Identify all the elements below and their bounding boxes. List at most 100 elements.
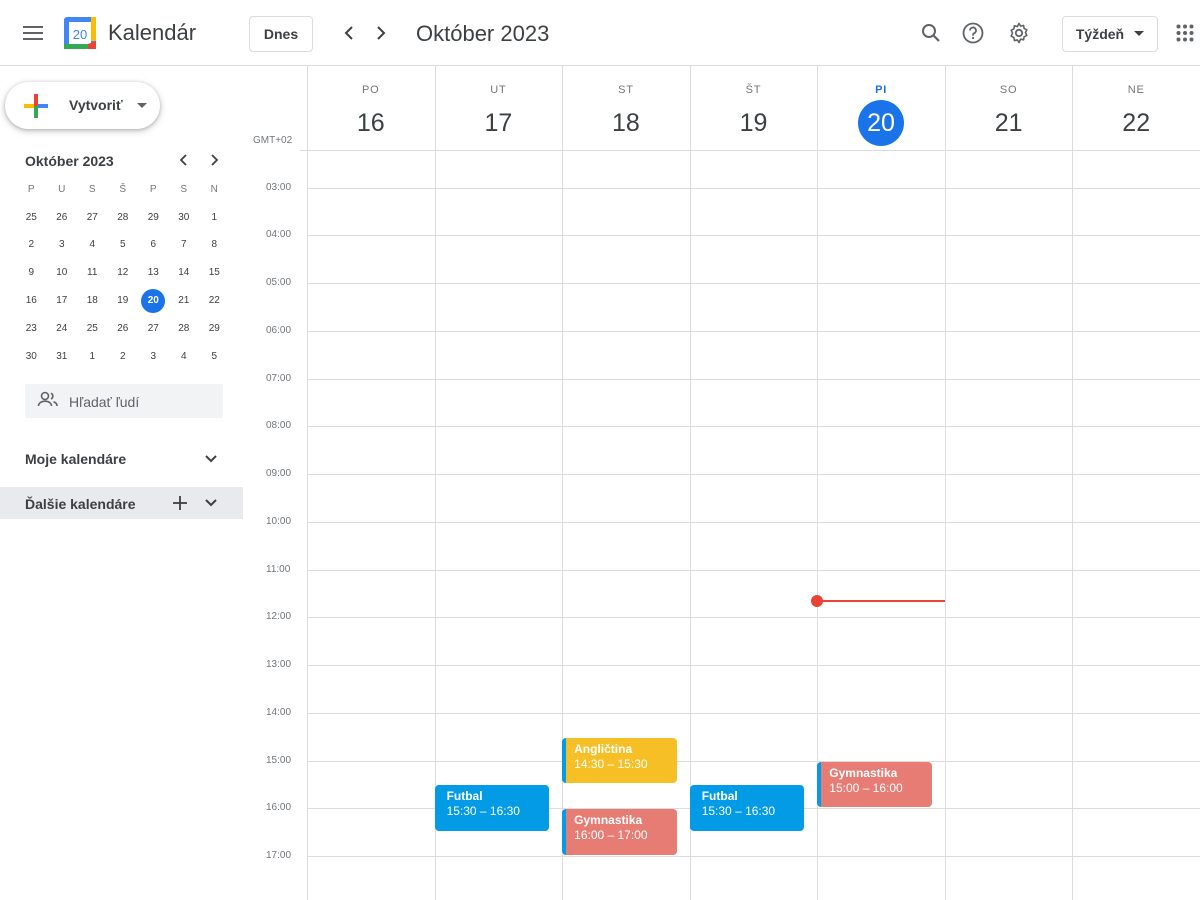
hour-gridline [307,330,1200,332]
people-search-input[interactable]: Hľadať ľudí [25,384,223,418]
mini-calendar-day[interactable]: 26 [108,317,139,341]
hour-gridline [307,283,1200,284]
mini-calendar-day[interactable]: 30 [16,345,47,369]
day-header-pi[interactable]: PI 20 [817,66,945,152]
mini-calendar-day[interactable]: 11 [77,261,108,285]
calendar-event[interactable]: Angličtina 14:30 – 15:30 [562,737,677,784]
day-of-week-label: PI [875,84,888,96]
mini-calendar-week: 2 3 4 5 6 7 8 [16,232,230,260]
mini-calendar-day[interactable]: 12 [108,261,139,285]
mini-calendar-day[interactable]: 27 [138,317,169,341]
day-number[interactable]: 19 [730,100,776,146]
mini-calendar-day[interactable]: 4 [169,345,200,369]
mini-calendar-day[interactable]: 14 [169,261,200,285]
day-column-divider [434,65,436,900]
day-header-ut[interactable]: UT 17 [435,66,563,152]
mini-calendar-day-number: 30 [178,211,190,223]
day-number[interactable]: 22 [1113,100,1159,146]
mini-calendar-day[interactable]: 21 [169,289,200,313]
main-menu-button[interactable] [14,14,52,52]
mini-calendar-day[interactable]: 30 [169,206,200,230]
hour-gridline [307,760,1200,762]
mini-calendar-next-button[interactable] [204,150,224,170]
mini-calendar-day[interactable]: 29 [199,317,230,341]
hour-gridline [307,474,1200,475]
day-number[interactable]: 17 [475,100,521,146]
chevron-left-icon [344,26,353,40]
mini-calendar-day[interactable]: 8 [199,233,230,257]
mini-calendar-day[interactable]: 27 [77,206,108,230]
mini-calendar-day[interactable]: 23 [16,317,47,341]
day-header-ne[interactable]: NE 22 [1072,66,1200,152]
chevron-down-icon[interactable] [203,495,219,511]
mini-calendar-grid: P U S Š P S N 25 26 27 28 29 30 1 2 3 4 5 6 7 8 9 10 11 12 13 14 15… [16,176,230,371]
timezone-label: GMT+02 [253,135,293,146]
my-calendars-section[interactable]: Moje kalendáre [0,442,243,475]
day-number[interactable]: 21 [986,100,1032,146]
mini-calendar-day[interactable]: 17 [47,289,78,313]
add-calendar-icon[interactable] [171,494,189,512]
mini-calendar-day[interactable]: 13 [138,261,169,285]
chevron-right-icon [211,154,218,166]
mini-calendar-day-number: 28 [178,322,190,334]
week-time-grid[interactable]: 03:00 04:00 05:00 06:00 07:00 08:00 09:00 10:00… [250,65,1200,900]
mini-calendar-day[interactable]: 5 [199,345,230,369]
mini-calendar-day[interactable]: 1 [199,206,230,230]
calendar-event[interactable]: Futbal 15:30 – 16:30 [689,785,805,832]
mini-calendar-weekday: N [210,183,218,195]
next-period-button[interactable] [366,18,396,48]
mini-calendar-day[interactable]: 22 [199,289,230,313]
previous-period-button[interactable] [334,18,364,48]
mini-calendar-day[interactable]: 15 [199,261,230,285]
mini-calendar-day[interactable]: 3 [138,345,169,369]
view-selector-button[interactable]: Týždeň [1062,16,1158,52]
mini-calendar-day[interactable]: 3 [47,233,78,257]
day-number[interactable]: 20 [858,100,905,146]
apps-button[interactable] [1170,18,1200,48]
hour-label: 11:00 [266,563,291,575]
day-number[interactable]: 18 [603,100,649,146]
mini-calendar-day[interactable]: 16 [16,289,47,313]
calendar-event[interactable]: Gymnastika 16:00 – 17:00 [562,809,677,855]
current-period-title: Október 2023 [416,21,550,46]
mini-calendar-day[interactable]: 31 [47,345,78,369]
mini-calendar-day[interactable]: 9 [16,261,47,285]
calendar-event[interactable]: Futbal 15:30 – 16:30 [434,785,550,832]
mini-calendar-day[interactable]: 29 [138,206,169,230]
other-calendars-section[interactable]: Ďalšie kalendáre [0,487,243,519]
mini-calendar-today[interactable]: 20 [138,289,169,314]
mini-calendar-day[interactable]: 2 [16,233,47,257]
mini-calendar-day[interactable]: 28 [108,206,139,230]
mini-calendar-day-number: 7 [180,239,187,251]
settings-button[interactable] [1004,18,1034,48]
mini-calendar-day[interactable]: 4 [77,233,108,257]
create-event-button[interactable]: Vytvoriť [5,82,160,129]
day-header-po[interactable]: PO 16 [307,66,435,152]
mini-calendar-day[interactable]: 2 [108,345,139,369]
mini-calendar-day[interactable]: 25 [77,317,108,341]
day-header-st[interactable]: ST 18 [562,66,690,152]
mini-calendar-day-number: 16 [25,295,37,307]
mini-calendar-day[interactable]: 6 [138,233,169,257]
mini-calendar-day[interactable]: 1 [77,345,108,369]
today-button[interactable]: Dnes [249,16,313,52]
help-button[interactable] [958,18,988,48]
hour-label: 04:00 [266,229,292,241]
mini-calendar-day[interactable]: 24 [47,317,78,341]
mini-calendar-day[interactable]: 18 [77,289,108,313]
mini-calendar-day[interactable]: 26 [47,206,78,230]
mini-calendar-day[interactable]: 25 [16,206,47,230]
mini-calendar-day[interactable]: 28 [169,317,200,341]
mini-calendar-day[interactable]: 19 [108,289,139,313]
mini-calendar-day-number: 29 [147,211,159,223]
mini-calendar-day[interactable]: 10 [47,261,78,285]
search-button[interactable] [916,18,946,48]
mini-calendar-day[interactable]: 5 [108,233,139,257]
day-header-št[interactable]: ŠT 19 [690,66,818,152]
mini-calendar-day[interactable]: 7 [169,233,200,257]
mini-calendar-prev-button[interactable] [174,150,194,170]
calendar-event[interactable]: Gymnastika 15:00 – 16:00 [817,761,932,808]
day-number[interactable]: 16 [348,100,394,146]
chevron-down-icon[interactable] [203,451,219,467]
day-header-so[interactable]: SO 21 [945,66,1073,152]
